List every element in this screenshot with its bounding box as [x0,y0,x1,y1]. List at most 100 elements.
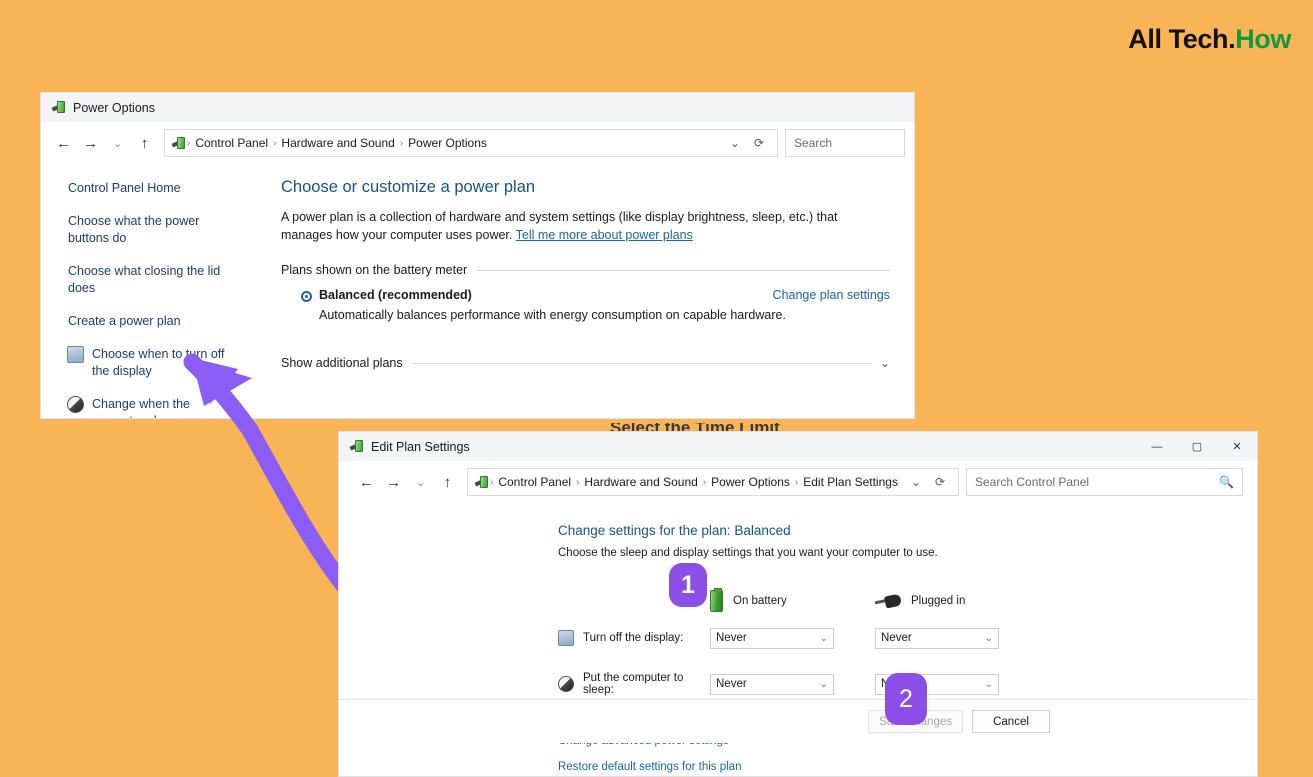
row-label-text: Turn off the display: [583,632,684,644]
breadcrumb-item-2[interactable]: Power Options [404,136,491,150]
select-value: Never [881,632,912,644]
table-row: Turn off the display: Never ⌄ Never ⌄ [558,621,1040,655]
refresh-icon[interactable]: ⟳ [747,130,771,156]
power-options-sidebar: Control Panel Home Choose what the power… [41,164,271,418]
callout-badge-1: 1 [669,563,707,607]
magnifier-icon[interactable]: 🔍 [1219,475,1234,489]
forward-button[interactable]: → [77,130,104,157]
display-plugged-cell: Never ⌄ [875,621,1040,655]
plan-row-balanced[interactable]: Balanced (recommended) Change plan setti… [281,288,890,302]
minimize-button[interactable]: — [1137,432,1177,461]
search-input[interactable]: Search Control Panel 🔍 [966,468,1243,496]
up-button[interactable]: ↑ [131,130,158,157]
show-additional-plans-header[interactable]: Show additional plans ⌄ [281,356,890,370]
up-button[interactable]: ↑ [434,469,461,496]
search-placeholder: Search Control Panel [975,475,1090,489]
search-placeholder: Search [794,136,833,150]
column-header-on-battery: On battery [710,581,875,621]
callout-badge-2: 2 [885,673,927,725]
search-input[interactable]: Search [785,129,905,157]
monitor-icon [558,630,574,646]
learn-more-link[interactable]: Tell me more about power plans [516,228,693,242]
select-value: Never [716,678,747,690]
cancel-button[interactable]: Cancel [972,710,1050,733]
display-battery-cell: Never ⌄ [710,621,875,655]
plan-name: Balanced (recommended) [319,288,472,302]
sidebar-item-computer-sleeps[interactable]: Change when the computer sleeps [67,396,243,418]
edit-plan-settings-window: Edit Plan Settings — ▢ ✕ ← → ⌄ ↑ › Contr… [338,431,1258,777]
chevron-down-icon[interactable]: ⌄ [904,469,928,495]
change-plan-settings-link[interactable]: Change plan settings [773,288,890,302]
breadcrumb: › Control Panel › Hardware and Sound › P… [171,136,723,151]
chevron-down-icon[interactable]: ⌄ [723,130,747,156]
recent-locations-button[interactable]: ⌄ [104,130,131,157]
page-description: A power plan is a collection of hardware… [281,208,851,244]
power-options-title: Power Options [73,100,155,115]
breadcrumb-item-3[interactable]: Edit Plan Settings [799,475,902,489]
sidebar-item-control-panel-home[interactable]: Control Panel Home [68,180,243,197]
display-plugged-in-select[interactable]: Never ⌄ [875,627,999,649]
chevron-down-icon: ⌄ [984,678,993,690]
address-bar[interactable]: › Control Panel › Hardware and Sound › P… [164,129,778,157]
breadcrumb-item-1[interactable]: Hardware and Sound [277,136,398,150]
breadcrumb-item-0[interactable]: Control Panel [191,136,272,150]
column-label: On battery [733,595,787,607]
sidebar-item-turn-off-display[interactable]: Choose when to turn off the display [67,346,243,380]
close-button[interactable]: ✕ [1217,432,1257,461]
table-header-row: On battery Plugged in [558,581,1040,621]
row-label-sleep: Put the computer to sleep: [558,655,710,701]
column-label: Plugged in [911,595,966,607]
edit-plan-titlebar: Edit Plan Settings — ▢ ✕ [339,432,1257,461]
sidebar-item-create-power-plan[interactable]: Create a power plan [68,313,243,330]
monitor-icon [67,346,84,363]
maximize-button[interactable]: ▢ [1177,432,1217,461]
power-options-icon [51,100,66,115]
power-plug-icon [874,593,903,609]
back-button[interactable]: ← [353,469,380,496]
plan-radio-balanced[interactable] [301,291,312,302]
plan-description: Automatically balances performance with … [319,308,786,322]
power-options-window: Power Options ← → ⌄ ↑ › Control Panel › … [40,92,915,419]
chevron-down-icon: ⌄ [819,632,828,644]
show-additional-plans-label: Show additional plans [281,356,403,370]
divider [476,269,890,271]
display-on-battery-select[interactable]: Never ⌄ [710,627,834,649]
refresh-icon[interactable]: ⟳ [928,469,952,495]
chevron-down-icon[interactable]: ⌄ [880,356,890,370]
divider [411,362,872,364]
page-title: Choose or customize a power plan [281,178,536,196]
edit-plan-title: Edit Plan Settings [371,439,470,454]
power-options-main: Choose or customize a power plan A power… [271,164,914,418]
forward-button[interactable]: → [380,469,407,496]
sidebar-item-label: Change when the computer sleeps [92,397,190,418]
sleep-on-battery-select[interactable]: Never ⌄ [710,673,834,695]
breadcrumb-app-icon [171,136,186,151]
breadcrumb-item-2[interactable]: Power Options [707,475,794,489]
breadcrumb-item-0[interactable]: Control Panel [494,475,575,489]
edit-plan-heading: Change settings for the plan: Balanced [558,523,791,538]
power-options-navbar: ← → ⌄ ↑ › Control Panel › Hardware and S… [41,122,914,164]
power-settings-table: On battery Plugged in Turn off the displ… [558,581,1040,701]
select-value: Never [716,632,747,644]
logo-text-primary: All Tech. [1128,24,1236,54]
address-bar[interactable]: › Control Panel › Hardware and Sound › P… [467,468,959,496]
edit-plan-subheading: Choose the sleep and display settings th… [558,547,938,559]
power-options-body: Control Panel Home Choose what the power… [41,164,914,418]
site-logo: All Tech.How [1128,24,1291,55]
row-label-text: Put the computer to sleep: [583,672,684,696]
edit-plan-footer: Save changes Cancel [339,699,1257,743]
back-button[interactable]: ← [50,130,77,157]
sidebar-item-closing-lid[interactable]: Choose what closing the lid does [68,263,243,297]
power-options-icon [349,439,364,454]
window-controls: — ▢ ✕ [1137,432,1257,461]
sidebar-item-power-buttons[interactable]: Choose what the power buttons do [68,213,243,247]
row-label-turn-off-display: Turn off the display: [558,621,710,655]
table-row: Put the computer to sleep: Never ⌄ Never… [558,655,1040,701]
moon-icon [558,676,574,692]
edit-plan-navbar: ← → ⌄ ↑ › Control Panel › Hardware and S… [339,461,1257,503]
breadcrumb-item-1[interactable]: Hardware and Sound [580,475,701,489]
power-options-titlebar: Power Options [41,93,914,122]
chevron-down-icon: ⌄ [984,632,993,644]
recent-locations-button[interactable]: ⌄ [407,469,434,496]
restore-default-settings-link[interactable]: Restore default settings for this plan [558,761,1257,773]
